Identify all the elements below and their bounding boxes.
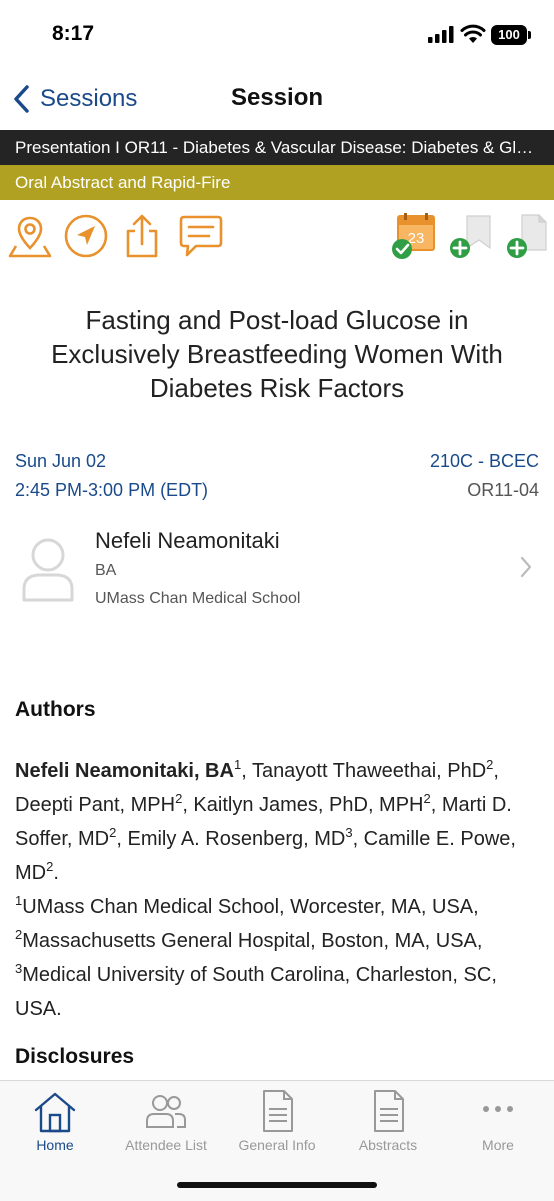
tab-general-info[interactable]: General Info bbox=[222, 1089, 332, 1155]
status-bar: 8:17 100 bbox=[0, 0, 554, 70]
author-segment: , Emily A. Rosenberg, MD bbox=[116, 828, 346, 850]
author-segment: . bbox=[53, 862, 59, 884]
wifi-icon bbox=[460, 24, 486, 43]
map-pin-icon bbox=[8, 216, 52, 258]
back-button[interactable]: Sessions bbox=[12, 82, 137, 116]
presenter-name: Nefeli Neamonitaki bbox=[95, 528, 280, 553]
tab-label: General Info bbox=[238, 1137, 316, 1153]
note-add-button[interactable] bbox=[504, 212, 552, 260]
authors-text: Nefeli Neamonitaki, BA1, Tanayott Thawee… bbox=[15, 754, 545, 1026]
status-time: 8:17 bbox=[52, 22, 95, 45]
back-label: Sessions bbox=[40, 85, 138, 112]
affiliation-text: UMass Chan Medical School, Worcester, MA… bbox=[22, 896, 479, 918]
nav-bar: Sessions Session bbox=[0, 70, 554, 130]
home-icon bbox=[34, 1092, 76, 1133]
chevron-left-icon bbox=[14, 85, 29, 113]
note-add-icon bbox=[507, 214, 547, 258]
chevron-right-icon bbox=[520, 556, 532, 578]
presenter-institution: UMass Chan Medical School bbox=[95, 590, 301, 607]
tab-home[interactable]: Home bbox=[0, 1089, 110, 1155]
session-date: Sun Jun 02 bbox=[15, 451, 107, 471]
map-pin-button[interactable] bbox=[6, 212, 54, 260]
authors-heading: Authors bbox=[15, 698, 96, 721]
comment-icon bbox=[179, 215, 223, 257]
document-icon bbox=[374, 1090, 404, 1132]
disclosures-heading: Disclosures bbox=[15, 1045, 135, 1068]
presenter-degree: BA bbox=[95, 562, 117, 579]
more-icon bbox=[483, 1106, 513, 1112]
people-icon bbox=[146, 1095, 186, 1128]
session-time: 2:45 PM-3:00 PM (EDT) bbox=[15, 480, 209, 500]
affiliation-superscript: 2 bbox=[423, 791, 431, 806]
avatar-icon bbox=[22, 538, 74, 602]
author-segment: , Kaitlyn James, PhD, MPH bbox=[182, 794, 424, 816]
session-title: Fasting and Post-load Glucose in Exclusi… bbox=[51, 305, 503, 403]
tab-label: Home bbox=[36, 1137, 74, 1153]
presenter-row[interactable]: Nefeli Neamonitaki BA UMass Chan Medical… bbox=[0, 520, 554, 620]
bookmark-add-button[interactable] bbox=[447, 212, 495, 260]
session-code: OR11-04 bbox=[467, 480, 539, 500]
affiliation-superscript: 3 bbox=[345, 825, 353, 840]
session-type-banner: Presentation I OR11 - Diabetes & Vascula… bbox=[0, 130, 554, 165]
home-indicator bbox=[177, 1182, 377, 1188]
bookmark-add-icon bbox=[450, 215, 491, 258]
battery-indicator: 100 bbox=[491, 25, 527, 45]
lead-author: Nefeli Neamonitaki, BA bbox=[15, 760, 234, 782]
share-icon bbox=[126, 214, 158, 258]
session-format-banner: Oral Abstract and Rapid-Fire bbox=[0, 165, 554, 200]
tab-more[interactable]: More bbox=[443, 1089, 553, 1155]
document-icon bbox=[263, 1090, 293, 1132]
author-segment: , Tanayott Thaweethai, PhD bbox=[241, 760, 487, 782]
session-room: 210C - BCEC bbox=[429, 451, 539, 471]
signal-icon bbox=[428, 26, 454, 43]
tab-label: Attendee List bbox=[125, 1137, 207, 1153]
affiliation-text: Massachusetts General Hospital, Boston, … bbox=[22, 930, 483, 952]
tab-attendee-list[interactable]: Attendee List bbox=[111, 1089, 221, 1155]
share-button[interactable] bbox=[118, 212, 166, 260]
battery-tip bbox=[528, 31, 531, 39]
comment-button[interactable] bbox=[176, 212, 224, 260]
calendar-added-button[interactable]: 23 bbox=[390, 212, 438, 260]
navigate-icon bbox=[64, 214, 108, 258]
navigate-button[interactable] bbox=[62, 212, 110, 260]
calendar-added-icon: 23 bbox=[392, 213, 435, 259]
affiliation-text: Medical University of South Carolina, Ch… bbox=[15, 964, 497, 1020]
tab-abstracts[interactable]: Abstracts bbox=[333, 1089, 443, 1155]
tab-label: Abstracts bbox=[358, 1137, 418, 1153]
tab-label: More bbox=[482, 1137, 514, 1153]
